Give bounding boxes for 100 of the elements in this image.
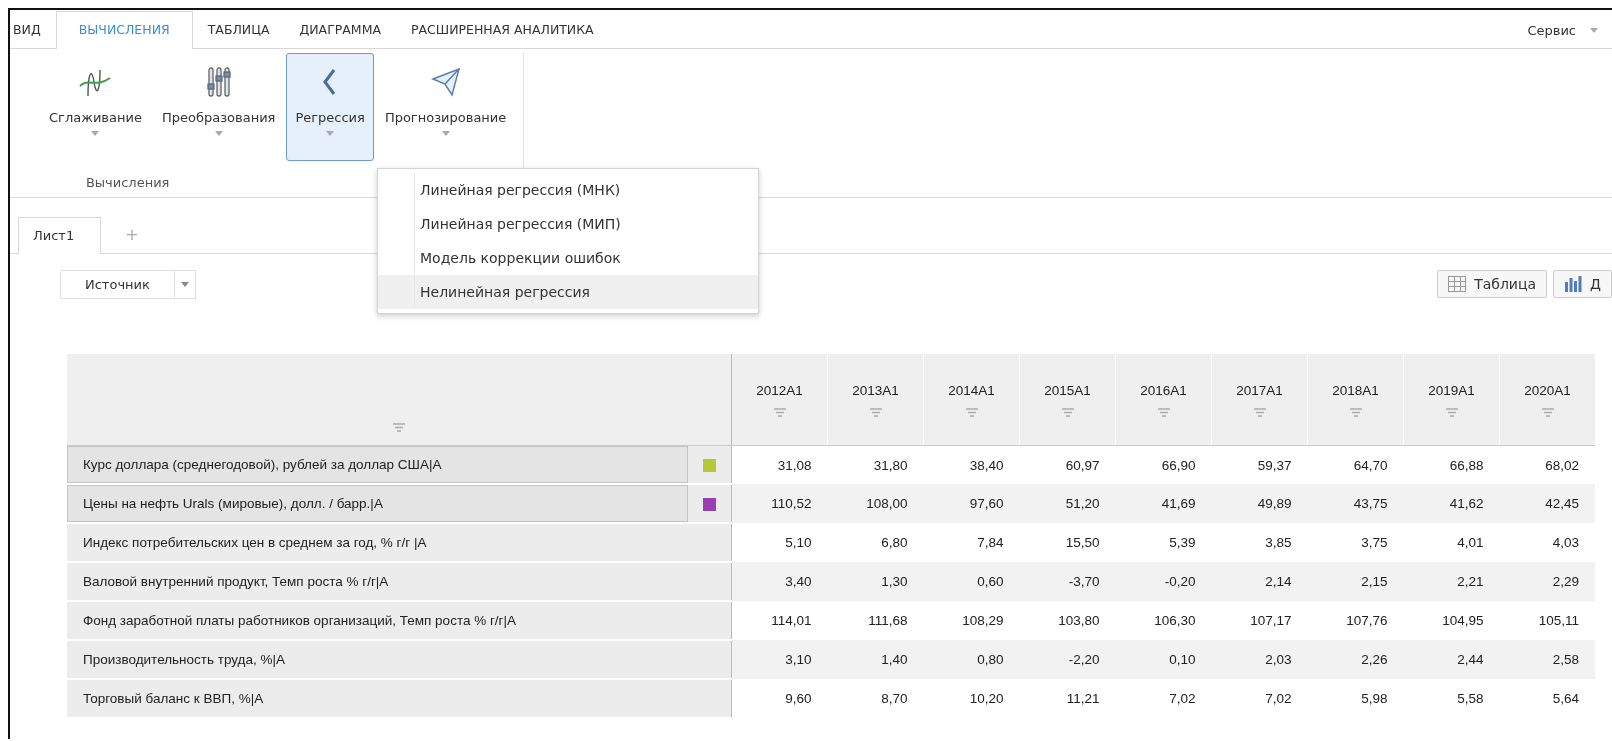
ribbon-button[interactable]: Прогнозирование (375, 53, 516, 161)
table-cell: 4,01 (1403, 523, 1500, 562)
column-header: 2014A1 (948, 382, 995, 398)
table-cell: 0,80 (923, 640, 1020, 679)
table-cell: 107,76 (1307, 601, 1404, 640)
row-label[interactable]: Цены на нефть Urals (мировые), долл. / барр.|A (67, 484, 688, 523)
table-cell: 43,75 (1307, 484, 1404, 523)
row-label[interactable]: Фонд заработной платы работников организаций, Темп роста % г/г|A (67, 601, 688, 640)
table-cell: 114,01 (731, 601, 828, 640)
table-cell: 0,60 (923, 562, 1020, 601)
paper-plane-icon (429, 66, 462, 98)
table-cell: 2,14 (1211, 562, 1308, 601)
row-label[interactable]: Торговый баланс к ВВП, %|A (67, 679, 688, 718)
table-cell: 5,39 (1115, 523, 1212, 562)
ribbon-tab[interactable]: ДИАГРАММА (284, 11, 396, 48)
table-cell: 7,84 (923, 523, 1020, 562)
table-cell: 31,80 (827, 445, 924, 484)
row-label[interactable]: Индекс потребительских цен в среднем за год, % г/г |A (67, 523, 688, 562)
view-button[interactable]: Таблица (1437, 270, 1548, 298)
table-cell: 108,29 (923, 601, 1020, 640)
table-cell: 105,11 (1499, 601, 1595, 640)
table-cell: 108,00 (827, 484, 924, 523)
table-cell: 3,10 (731, 640, 828, 679)
table-cell: 2,26 (1307, 640, 1404, 679)
ribbon-tab[interactable]: ВИД (10, 11, 56, 48)
row-label[interactable]: Курс доллара (среднегодовой), рублей за доллар США|A (67, 445, 688, 484)
table-cell: 5,10 (731, 523, 828, 562)
view-button[interactable]: Д (1553, 270, 1612, 298)
table-cell: 1,30 (827, 562, 924, 601)
row-label[interactable]: Валовой внутренний продукт, Темп роста % г/г|A (67, 562, 688, 601)
table-cell: 64,70 (1307, 445, 1404, 484)
source-button[interactable]: Источник (60, 269, 175, 299)
table-cell: -0,20 (1115, 562, 1212, 601)
column-header: 2016A1 (1140, 382, 1187, 398)
table-cell: 97,60 (923, 484, 1020, 523)
table-cell: -3,70 (1019, 562, 1116, 601)
table-cell: 2,44 (1403, 640, 1500, 679)
dropdown-button[interactable] (174, 269, 196, 299)
filter-icon[interactable] (1445, 407, 1458, 417)
caret-icon (326, 131, 335, 136)
table-cell: 51,20 (1019, 484, 1116, 523)
table-cell: 38,40 (923, 445, 1020, 484)
table-cell: 68,02 (1499, 445, 1595, 484)
filter-icon[interactable] (773, 407, 786, 417)
table-cell: 103,80 (1019, 601, 1116, 640)
table-cell: 31,08 (731, 445, 828, 484)
table-cell: 2,15 (1307, 562, 1404, 601)
table-cell: 41,62 (1403, 484, 1500, 523)
filter-icon[interactable] (869, 407, 882, 417)
filter-icon[interactable] (1541, 407, 1554, 417)
table-cell: 106,30 (1115, 601, 1212, 640)
ribbon-tab[interactable]: ТАБЛИЦА (192, 11, 285, 48)
bar-chart-icon (1564, 276, 1583, 292)
ribbon-button[interactable]: Преобразования (152, 53, 285, 161)
group-label: Вычисления (85, 175, 170, 190)
filter-icon[interactable] (393, 423, 405, 432)
table-cell: 110,52 (731, 484, 828, 523)
column-header: 2018A1 (1332, 382, 1379, 398)
ribbon-button[interactable]: Регрессия (286, 53, 374, 161)
table-cell: 107,17 (1211, 601, 1308, 640)
table-cell: 2,21 (1403, 562, 1500, 601)
table-cell: -2,20 (1019, 640, 1116, 679)
table-cell: 2,58 (1499, 640, 1595, 679)
table-cell: 4,03 (1499, 523, 1595, 562)
filter-icon[interactable] (1061, 407, 1074, 417)
caret-icon (441, 131, 450, 136)
column-header: 2015A1 (1044, 382, 1091, 398)
column-header: 2012A1 (756, 382, 803, 398)
table-cell: 104,95 (1403, 601, 1500, 640)
table-cell: 0,10 (1115, 640, 1212, 679)
table-cell: 111,68 (827, 601, 924, 640)
column-header: 2013A1 (852, 382, 899, 398)
filter-icon[interactable] (1349, 407, 1362, 417)
table-cell: 1,40 (827, 640, 924, 679)
table-cell: 6,80 (827, 523, 924, 562)
ribbon-tab[interactable]: РАСШИРЕННАЯ АНАЛИТИКА (396, 11, 609, 48)
menu-item[interactable]: Нелинейная регрессия (378, 275, 758, 309)
table-cell: 60,97 (1019, 445, 1116, 484)
sheet-tab[interactable]: Лист1 (18, 217, 102, 254)
caret-icon (180, 281, 189, 287)
table-cell: 3,40 (731, 562, 828, 601)
grid-icon (1448, 276, 1467, 292)
table-cell: 3,75 (1307, 523, 1404, 562)
table-cell: 3,85 (1211, 523, 1308, 562)
table-cell: 9,60 (731, 679, 828, 718)
table-cell: 59,37 (1211, 445, 1308, 484)
caret-icon (91, 131, 100, 136)
table-cell: 2,03 (1211, 640, 1308, 679)
table-cell: 41,69 (1115, 484, 1212, 523)
filter-icon[interactable] (1253, 407, 1266, 417)
table-cell: 15,50 (1019, 523, 1116, 562)
table-cell: 49,89 (1211, 484, 1308, 523)
column-header: 2020A1 (1524, 382, 1571, 398)
filter-icon[interactable] (1157, 407, 1170, 417)
column-header: 2019A1 (1428, 382, 1475, 398)
service-menu[interactable]: Сервис (1527, 12, 1612, 48)
caret-icon (214, 131, 223, 136)
filter-icon[interactable] (965, 407, 978, 417)
ribbon-button[interactable]: Сглаживание (40, 53, 151, 161)
row-label[interactable]: Производительность труда, %|A (67, 640, 688, 679)
